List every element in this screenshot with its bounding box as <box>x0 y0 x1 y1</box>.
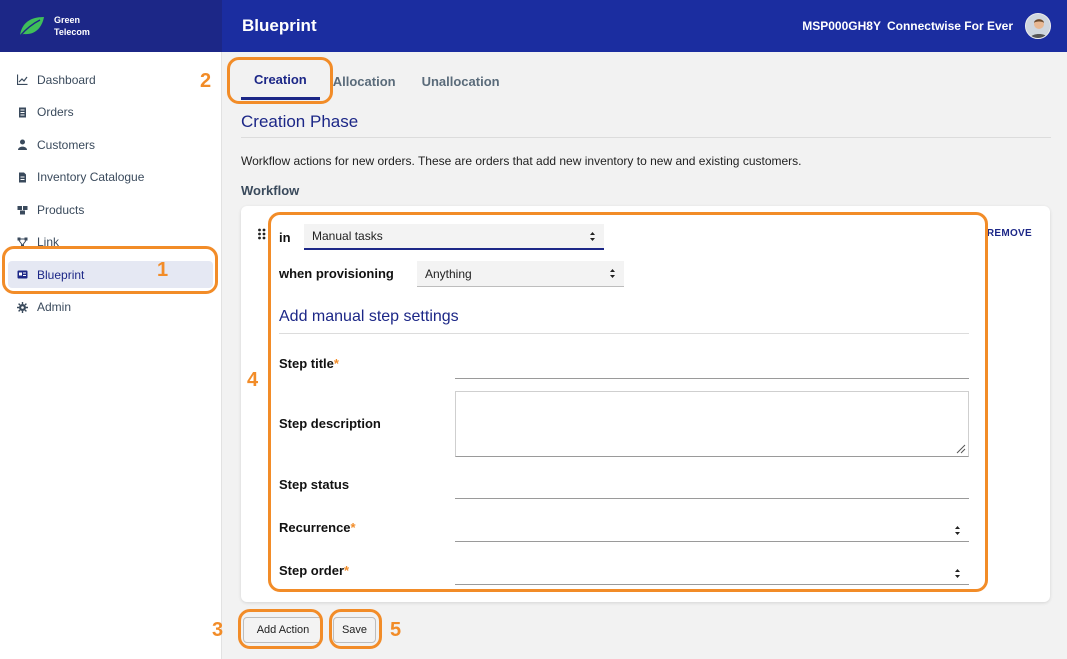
user-icon <box>17 139 28 150</box>
step-title-input[interactable] <box>455 355 969 379</box>
select-arrows-icon <box>610 269 615 278</box>
divider <box>241 137 1051 138</box>
account-id: MSP000GH8Y <box>802 19 881 33</box>
in-label: in <box>279 230 291 245</box>
section-description: Workflow actions for new orders. These a… <box>241 154 802 168</box>
sidebar-item-inventory-catalogue[interactable]: Inventory Catalogue <box>8 164 213 191</box>
brand-name: Green Telecom <box>54 15 90 37</box>
when-provisioning-label: when provisioning <box>279 266 394 281</box>
annotation-number-4: 4 <box>247 369 259 391</box>
step-title-label: Step title* <box>279 356 339 371</box>
tab-creation[interactable]: Creation <box>241 62 320 100</box>
sidebar-item-label: Blueprint <box>37 267 85 282</box>
sidebar-item-label: Orders <box>37 105 74 119</box>
recurrence-label: Recurrence* <box>279 520 356 535</box>
save-button[interactable]: Save <box>333 617 376 643</box>
top-bar: Green Telecom Blueprint MSP000GH8Y Conne… <box>0 0 1067 52</box>
annotation-number-2: 2 <box>200 70 212 92</box>
sidebar-item-admin[interactable]: Admin <box>8 294 213 321</box>
workflow-action-card: REMOVE in Manual tasks when provisioning… <box>241 206 1050 602</box>
settings-title: Add manual step settings <box>279 308 459 325</box>
sidebar-item-products[interactable]: Products <box>8 196 213 223</box>
provisioning-select-value: Anything <box>425 266 472 281</box>
sidebar-item-dashboard[interactable]: Dashboard <box>8 66 213 93</box>
sidebar-item-label: Dashboard <box>37 72 96 87</box>
brand[interactable]: Green Telecom <box>0 0 222 52</box>
step-status-input[interactable] <box>455 475 969 499</box>
sidebar-item-label: Link <box>37 235 60 249</box>
resize-grip-icon[interactable] <box>956 444 966 454</box>
user-avatar-icon <box>1026 14 1050 38</box>
workflow-label: Workflow <box>241 183 300 198</box>
recurrence-select[interactable] <box>455 518 969 542</box>
sidebar-item-orders[interactable]: Orders <box>8 99 213 126</box>
divider <box>279 333 969 334</box>
tenant-name: Connectwise For Ever <box>886 19 1013 33</box>
section-title: Creation Phase <box>241 112 359 131</box>
document-icon <box>17 107 28 118</box>
select-arrows-icon <box>955 569 960 578</box>
in-select-value: Manual tasks <box>312 229 383 243</box>
sidebar-item-link[interactable]: Link <box>8 229 213 256</box>
page-title: Blueprint <box>242 16 317 35</box>
tab-unallocation[interactable]: Unallocation <box>409 62 513 100</box>
annotation-number-1: 1 <box>157 259 169 281</box>
annotation-number-5: 5 <box>390 619 402 641</box>
sidebar-item-blueprint[interactable]: Blueprint <box>8 261 213 288</box>
avatar[interactable] <box>1025 13 1051 39</box>
leaf-logo-icon <box>19 17 44 37</box>
step-order-select[interactable] <box>455 561 969 585</box>
tab-allocation[interactable]: Allocation <box>320 62 409 100</box>
chart-line-icon <box>17 74 28 85</box>
gear-icon <box>17 301 28 313</box>
step-description-textarea[interactable] <box>455 391 969 457</box>
boxes-icon <box>17 204 28 215</box>
link-icon <box>17 237 28 248</box>
step-description-label: Step description <box>279 416 381 431</box>
id-card-icon <box>17 269 28 280</box>
add-action-button[interactable]: Add Action <box>243 617 323 643</box>
select-arrows-icon <box>590 232 595 241</box>
sidebar-item-label: Customers <box>37 137 96 152</box>
annotation-number-3: 3 <box>212 619 224 641</box>
sidebar-item-label: Inventory Catalogue <box>37 170 145 184</box>
sidebar-item-label: Products <box>37 202 85 217</box>
sidebar: Dashboard Orders Customers Inventory Cat… <box>0 52 222 659</box>
step-status-label: Step status <box>279 477 350 492</box>
step-order-label: Step order* <box>279 563 350 578</box>
drag-handle-icon[interactable] <box>257 228 267 240</box>
phase-tabs: Creation Allocation Unallocation <box>241 62 513 102</box>
file-icon <box>17 172 28 183</box>
select-arrows-icon <box>955 526 960 535</box>
sidebar-item-customers[interactable]: Customers <box>8 131 213 158</box>
remove-button[interactable]: REMOVE <box>987 228 1032 239</box>
in-select[interactable]: Manual tasks <box>304 224 604 250</box>
user-menu[interactable]: MSP000GH8Y Connectwise For Ever <box>802 0 1051 52</box>
provisioning-select[interactable]: Anything <box>417 261 624 287</box>
sidebar-item-label: Admin <box>37 300 72 314</box>
